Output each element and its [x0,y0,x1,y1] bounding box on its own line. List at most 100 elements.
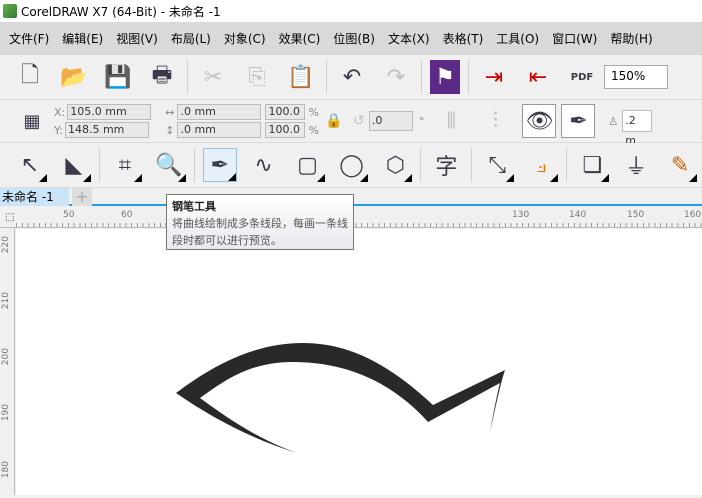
menu-effects[interactable]: 效果(C) [279,30,321,47]
coreldraw-logo-icon [3,4,17,18]
eyedropper-tool-icon[interactable]: ✎ [663,148,698,182]
divider [193,148,195,182]
ruler-tick-label: 150 [627,210,645,220]
divider [98,148,100,182]
menu-text[interactable]: 文本(X) [388,30,430,47]
drawing-canvas[interactable] [16,229,702,495]
ruler-tick-label: 190 [1,404,11,422]
ruler-tick-label: 60 [121,210,133,220]
import-icon[interactable]: ⇥ [477,60,511,94]
width-icon: ↔ [165,105,175,119]
export-icon[interactable]: ⇤ [521,60,555,94]
pen-tool-icon[interactable]: ✒ [202,148,237,182]
crop-tool-icon[interactable]: ⌗ [108,148,142,182]
y-label: Y: [54,123,63,137]
print-icon[interactable]: 🖶 [145,60,179,94]
ruler-tick-label: 220 [1,236,11,254]
vertical-ruler[interactable]: 220 210 200 190 180 [0,228,15,495]
drop-shadow-tool-icon[interactable]: ❏ [575,148,610,182]
transparency-tool-icon[interactable]: ⏚ [619,148,653,182]
menu-window[interactable]: 窗口(W) [552,30,597,47]
menu-view[interactable]: 视图(V) [116,30,158,47]
height-input[interactable]: .0 mm [177,122,262,138]
lock-ratio-icon[interactable]: 🔒 [324,104,344,138]
cut-icon[interactable]: ✂ [196,60,230,94]
title-bar: CorelDRAW X7 (64-Bit) - 未命名 -1 [0,0,702,22]
ruler-tick-label: 130 [512,210,530,220]
height-icon: ↕ [165,123,175,137]
mirror-horizontal-icon[interactable]: ⫴ [434,104,468,138]
divider [187,60,188,94]
new-tab-plus-icon[interactable]: + [72,188,92,206]
dimension-tool-icon[interactable]: ⤡ [480,148,515,182]
connector-tool-icon[interactable]: ⟓ [524,148,559,182]
ruler-tick-label: 200 [1,348,11,366]
artistic-media-icon[interactable]: ∿ [247,148,281,182]
publish-pdf-icon[interactable]: PDF [565,60,599,94]
open-folder-icon[interactable]: 📂 [57,60,91,94]
menu-bar: 文件(F) 编辑(E) 视图(V) 布局(L) 对象(C) 效果(C) 位图(B… [0,22,702,55]
pen-add-node-icon[interactable]: ✒ [561,104,596,138]
window-title: CorelDRAW X7 (64-Bit) - 未命名 -1 [21,4,221,19]
object-origin-icon[interactable]: ▦ [15,104,49,138]
x-label: X: [54,105,66,119]
tooltip-title: 钢笔工具 [172,200,216,213]
text-tool-icon[interactable]: 字 [429,148,463,182]
ruler-tick-label: 180 [1,461,11,479]
ruler-tick-label: 140 [569,210,587,220]
divider [420,148,422,182]
ruler-tick-label: 50 [63,210,75,220]
new-document-icon[interactable]: 🗋 [13,60,47,94]
outline-width-icon: ♙ [608,114,619,128]
standard-toolbar: 🗋 📂 💾 🖶 ✂ ⎘ 📋 ↶ ↷ ⚑ ⇥ ⇤ PDF 150% [0,55,702,100]
paste-icon[interactable]: 📋 [284,60,318,94]
menu-table[interactable]: 表格(T) [443,30,484,47]
menu-layout[interactable]: 布局(L) [171,30,211,47]
shape-tool-icon[interactable]: ◣ [57,148,91,182]
polygon-tool-icon[interactable]: ⬡ [378,148,413,182]
width-input[interactable]: .0 mm [177,104,262,120]
divider [471,148,473,182]
percent-label: % [308,105,319,119]
divider [566,148,568,182]
percent-label: % [308,123,319,137]
rectangle-tool-icon[interactable]: ▢ [291,148,325,182]
degree-label: ° [418,114,425,128]
save-icon[interactable]: 💾 [101,60,135,94]
divider [326,60,327,94]
toolbox: ↖ ◣ ⌗ 🔍 ✒ ∿ ▢ ◯ ⬡ 字 ⤡ ⟓ ❏ ⏚ ✎ [0,143,702,188]
ruler-tick-label: 160 [684,210,702,220]
pen-tool-tooltip: 钢笔工具 将曲线绘制成多条线段，每画一条线段时都可以进行预览。 [166,194,354,250]
ruler-origin-icon[interactable]: ⬚ [5,212,14,223]
tooltip-text: 将曲线绘制成多条线段，每画一条线段时都可以进行预览。 [172,217,348,247]
mirror-vertical-icon[interactable]: ⫶ [478,104,512,138]
zoom-level-input[interactable]: 150% [604,65,668,89]
divider [421,60,422,94]
wireframe-view-icon[interactable]: 👁 [522,104,557,138]
menu-bitmaps[interactable]: 位图(B) [333,30,375,47]
scale-x-input[interactable]: 100.0 [265,104,306,120]
redo-icon[interactable]: ↷ [379,60,413,94]
copy-icon[interactable]: ⎘ [240,60,274,94]
outline-width-input[interactable]: .2 m [622,110,653,147]
ruler-tick-label: 210 [1,292,11,310]
corel-connect-icon[interactable]: ⚑ [430,60,460,94]
undo-icon[interactable]: ↶ [335,60,369,94]
menu-file[interactable]: 文件(F) [9,30,49,47]
property-bar: ▦ X: 105.0 mm Y: 148.5 mm ↔ .0 mm ↕ .0 mm 10… [0,100,702,147]
menu-edit[interactable]: 编辑(E) [62,30,103,47]
menu-object[interactable]: 对象(C) [224,30,266,47]
rotation-input[interactable]: .0 [368,111,413,131]
ruler-ticks [16,223,702,227]
scale-y-input[interactable]: 100.0 [265,122,306,138]
menu-tools[interactable]: 工具(O) [496,30,539,47]
zoom-tool-icon[interactable]: 🔍 [152,148,186,182]
x-position-input[interactable]: 105.0 mm [67,104,152,120]
drawn-curve[interactable] [16,229,702,495]
rotate-icon: ↺ [353,113,365,129]
pick-tool-icon[interactable]: ↖ [13,148,47,182]
document-tab[interactable]: 未命名 -1 [0,188,69,206]
y-position-input[interactable]: 148.5 mm [64,122,149,138]
ellipse-tool-icon[interactable]: ◯ [335,148,369,182]
menu-help[interactable]: 帮助(H) [610,30,652,47]
